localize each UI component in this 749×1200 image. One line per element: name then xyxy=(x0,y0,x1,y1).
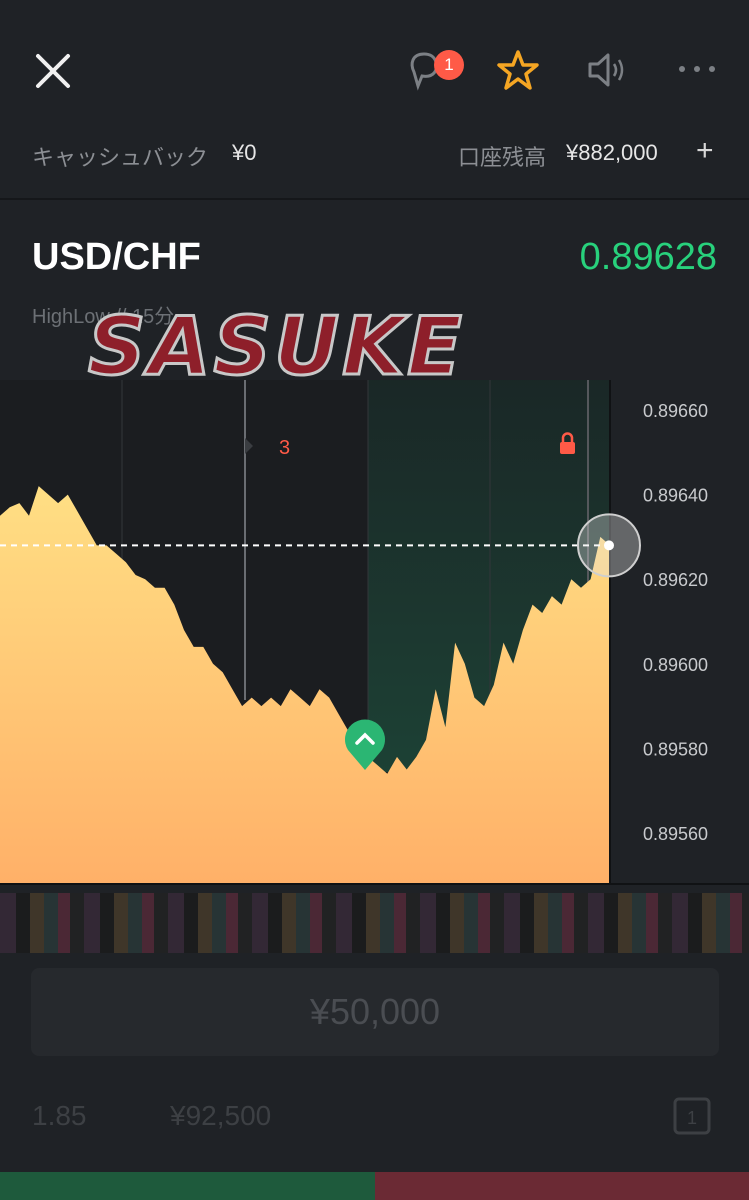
cashback-label: キャッシュバック xyxy=(32,145,209,170)
amount-input[interactable]: ¥50,000 xyxy=(31,968,719,1056)
redacted-area xyxy=(0,893,749,953)
y-axis-label: 0.89560 xyxy=(643,824,708,844)
one-click-button[interactable]: 1 xyxy=(672,1096,712,1136)
favorite-button[interactable] xyxy=(496,48,540,92)
asset-pair: USD/CHF xyxy=(32,236,201,278)
y-axis-label: 0.89660 xyxy=(643,401,708,421)
price-chart[interactable]: 3 0.89660 0.89640 0.89620 0.89600 0.89580 0.8… xyxy=(0,380,749,885)
y-axis-label: 0.89580 xyxy=(643,739,708,759)
payout-rate: 1.85 xyxy=(32,1100,87,1131)
balance-value: ¥882,000 xyxy=(566,140,658,165)
y-axis-label: 0.89640 xyxy=(643,486,708,506)
sound-button[interactable] xyxy=(586,50,630,90)
high-button[interactable] xyxy=(0,1172,375,1200)
divider xyxy=(0,198,749,200)
cashback-value: ¥0 xyxy=(232,140,257,165)
chat-badge: 1 xyxy=(434,50,464,80)
balance-label: 口座残高 xyxy=(458,145,547,170)
price-chart-svg: 3 0.89660 0.89640 0.89620 0.89600 0.89580 0.8… xyxy=(0,380,749,885)
close-button[interactable] xyxy=(30,48,76,94)
y-axis-label: 0.89620 xyxy=(643,570,708,590)
countdown-text: 3 xyxy=(279,437,290,459)
payout-amount: ¥92,500 xyxy=(170,1100,272,1131)
y-axis-label: 0.89600 xyxy=(643,655,708,675)
current-point xyxy=(604,540,614,551)
low-button[interactable] xyxy=(375,1172,749,1200)
current-price: 0.89628 xyxy=(579,236,717,278)
account-row: キャッシュバック ¥0 口座残高 ¥882,000 + xyxy=(0,130,749,196)
more-icon xyxy=(679,66,715,72)
star-icon xyxy=(497,50,539,90)
chat-button[interactable]: 1 xyxy=(404,46,468,96)
top-bar: 1 xyxy=(0,0,749,130)
one-click-icon: 1 xyxy=(673,1097,711,1135)
more-button[interactable] xyxy=(674,56,720,82)
svg-text:1: 1 xyxy=(687,1108,697,1128)
sound-icon xyxy=(588,53,624,87)
close-icon xyxy=(36,54,70,88)
add-funds-button[interactable]: + xyxy=(696,134,714,168)
